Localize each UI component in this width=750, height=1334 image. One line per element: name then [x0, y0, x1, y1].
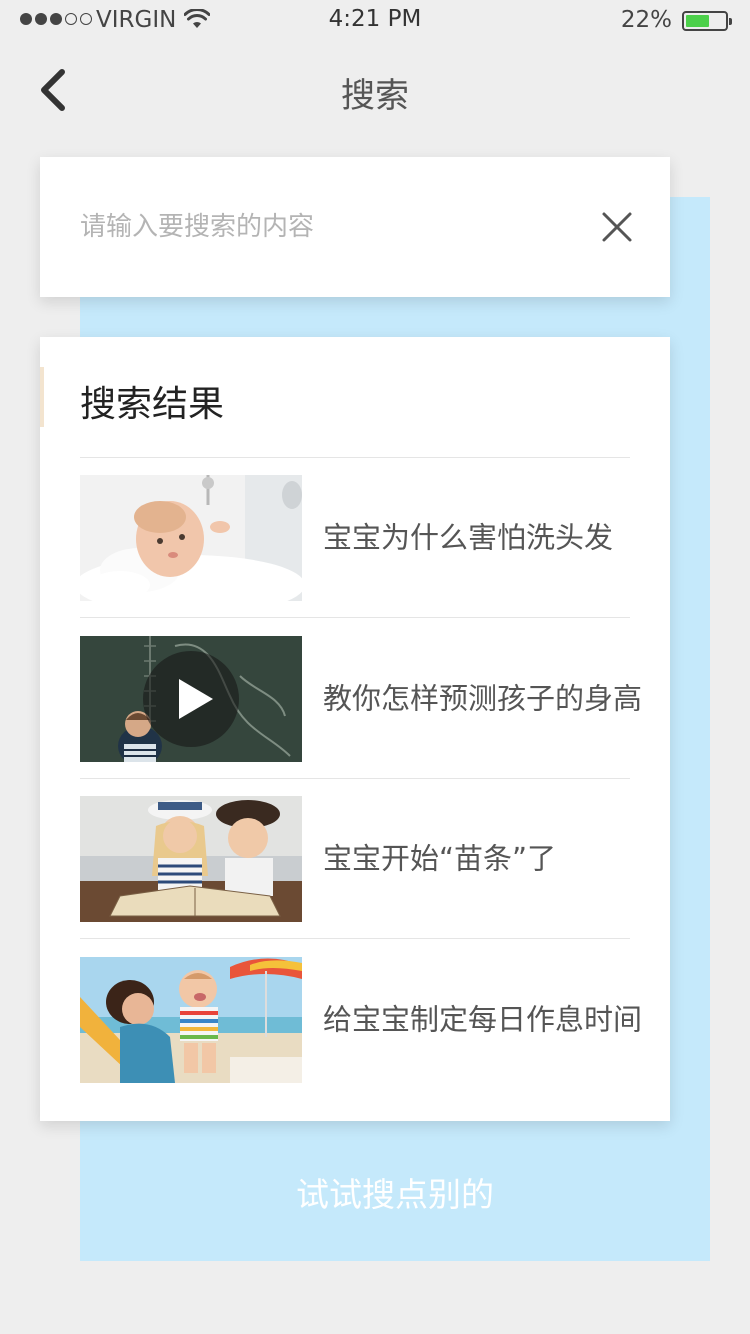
result-item-4[interactable]: 给宝宝制定每日作息时间: [80, 957, 670, 1083]
clear-search-button[interactable]: [598, 208, 636, 246]
result-title: 宝宝为什么害怕洗头发: [323, 520, 614, 555]
page-title: 搜索: [341, 76, 409, 116]
result-title: 给宝宝制定每日作息时间: [323, 1002, 643, 1037]
status-bar: VIRGIN 4:21 PM 22%: [0, 0, 750, 40]
play-icon: [143, 651, 239, 747]
divider: [80, 778, 630, 779]
baby-bath-image: [80, 475, 302, 601]
battery-percentage: 22%: [620, 7, 672, 33]
divider: [80, 457, 630, 458]
result-title: 宝宝开始“苗条”了: [323, 841, 557, 876]
section-accent-bar: [40, 367, 44, 427]
search-input[interactable]: [80, 202, 600, 252]
results-heading: 搜索结果: [80, 384, 225, 425]
try-other-search-link[interactable]: 试试搜点别的: [80, 1168, 710, 1216]
search-results-card: 搜索结果 宝宝为什么害怕洗头发 教你怎样预测孩子的身高 宝宝开始“苗条”了 给宝…: [40, 337, 670, 1121]
result-title: 教你怎样预测孩子的身高: [323, 681, 643, 716]
kids-reading-image: [80, 796, 302, 922]
search-screen: VIRGIN 4:21 PM 22% 搜索 搜索结: [0, 0, 750, 1334]
result-item-3[interactable]: 宝宝开始“苗条”了: [80, 796, 670, 922]
battery-icon: [682, 11, 732, 31]
result-item-2[interactable]: 教你怎样预测孩子的身高: [80, 636, 670, 762]
search-card: [40, 157, 670, 297]
mother-baby-beach-image: [80, 957, 302, 1083]
divider: [80, 617, 630, 618]
close-icon: [602, 212, 632, 242]
battery-level-fill: [686, 15, 709, 27]
divider: [80, 938, 630, 939]
result-item-1[interactable]: 宝宝为什么害怕洗头发: [80, 475, 670, 601]
child-chalkboard-image: [80, 636, 302, 762]
